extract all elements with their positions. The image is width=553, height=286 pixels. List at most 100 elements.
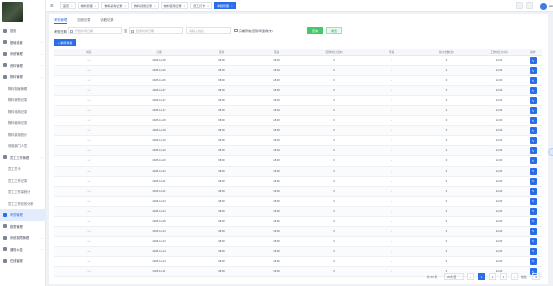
side-float-button[interactable] (548, 148, 553, 156)
sidebar-item[interactable]: 物料档案管理 (0, 83, 46, 95)
prev-page-button[interactable]: ‹ (467, 273, 474, 280)
table-cell-date: 2025-11-11 (152, 270, 166, 273)
close-icon[interactable]: × (184, 4, 186, 8)
sidebar-item[interactable]: 物料使用记录 (0, 117, 46, 129)
edit-button[interactable]: ✎ (529, 77, 537, 85)
edit-button[interactable]: ✎ (529, 57, 537, 65)
abnormal-only-checkbox[interactable]: 只看异常(迟到/早退/缺卡) (234, 28, 273, 33)
sidebar-item-label: 在线客服 (10, 259, 23, 264)
reset-button[interactable]: 重置 (326, 27, 342, 34)
close-icon[interactable]: × (231, 4, 233, 8)
page-tab[interactable]: 物料采购记录 × (101, 2, 129, 9)
table-row: ▪▪▪▪ 2025-11-14 08:00 18:00 0 - 0 12.00 ✎ (54, 246, 542, 257)
table-cell-early: - (391, 270, 392, 273)
sidebar-item[interactable]: 物料费用统计 (0, 129, 46, 141)
page-size-select[interactable]: 20条/页 (444, 273, 464, 280)
fullscreen-icon[interactable] (516, 2, 523, 9)
edit-button[interactable]: ✎ (529, 227, 537, 235)
table-cell-miss: 0 (445, 139, 448, 143)
table-row: ▪▪▪▪ 2025-11-26 08:00 18:00 0 - 0 12.00 ✎ (54, 66, 542, 77)
page-tab[interactable]: 员工打卡 × (190, 2, 212, 9)
sidebar-item[interactable]: 系统管理 ⌄ (0, 48, 46, 60)
sidebar-item[interactable]: 物料采购记录 (0, 94, 46, 106)
goto-page-input[interactable]: 1 (532, 273, 540, 280)
sidebar-item[interactable]: 通知公告 ⌄ (0, 244, 46, 256)
edit-button[interactable]: ✎ (529, 147, 537, 155)
edit-button[interactable]: ✎ (529, 67, 537, 75)
table-cell-actions: ✎ (524, 227, 542, 236)
page-number-button[interactable]: 1 (478, 273, 485, 280)
hamburger-icon[interactable]: ☰ (50, 4, 54, 8)
table-cell-actions: ✎ (524, 76, 542, 85)
table-cell-actions: ✎ (524, 187, 542, 196)
settings-icon[interactable] (526, 2, 533, 9)
page-tab[interactable]: 考勤管理 × (213, 2, 236, 9)
sidebar-item[interactable]: 员工打卡 (0, 163, 46, 175)
page-tab[interactable]: 物料使用记录 × (160, 2, 189, 9)
close-icon[interactable]: × (71, 4, 73, 8)
end-date-input[interactable]: 结束时间日期 (129, 27, 183, 34)
close-icon[interactable]: × (207, 4, 209, 8)
user-menu[interactable]: admin (540, 2, 553, 10)
chevron-down-icon: ⌄ (40, 51, 43, 56)
sidebar-item[interactable]: 报表管理 (0, 221, 46, 233)
sidebar-item[interactable]: 资料管理 ⌄ (0, 60, 46, 72)
sidebar-item[interactable]: 员工工作记录 (0, 175, 46, 187)
next-page-button[interactable]: › (511, 273, 518, 280)
sub-tab[interactable]: 请假记录 (100, 17, 113, 24)
table-cell-in: 08:00 (218, 229, 225, 233)
table-cell-early: - (391, 69, 392, 73)
sidebar-item[interactable]: 物料管理 ⌄ (0, 71, 46, 83)
close-icon[interactable]: × (95, 4, 97, 8)
sidebar-item[interactable]: 领用部门人员 (0, 140, 46, 152)
edit-button[interactable]: ✎ (529, 187, 537, 195)
add-attendance-button[interactable]: + 新增考勤 (54, 39, 76, 46)
edit-button[interactable]: ✎ (529, 107, 537, 115)
table-cell-actions: ✎ (524, 156, 542, 165)
sidebar-item[interactable]: 首页 (0, 25, 46, 37)
start-date-input[interactable]: 开始时间日期 (68, 27, 122, 34)
sidebar-item[interactable]: 物料领用记录 (0, 106, 46, 118)
sidebar-item[interactable]: 考勤管理 (0, 209, 46, 221)
sidebar-item[interactable]: 基础设置 ⌄ (0, 37, 46, 49)
edit-button[interactable]: ✎ (529, 217, 537, 225)
edit-button[interactable]: ✎ (529, 87, 537, 95)
sidebar-item[interactable]: 在线客服 (0, 255, 46, 267)
sidebar-item[interactable]: 员工工作绩效分析 (0, 198, 46, 210)
table-cell-in: 08:00 (218, 139, 225, 143)
table-row: ▪▪▪▪ 2025-11-17 08:00 18:00 0 - 0 12.00 ✎ (54, 106, 542, 117)
edit-button[interactable]: ✎ (529, 167, 537, 175)
edit-button[interactable]: ✎ (529, 207, 537, 215)
edit-button[interactable]: ✎ (529, 137, 537, 145)
calendar-icon (3, 212, 7, 217)
page-tab[interactable]: 物料领用记录 × (130, 2, 159, 9)
keyword-input[interactable]: 请输入姓名 (186, 27, 231, 34)
sub-tab[interactable]: 加班记录 (77, 17, 90, 24)
edit-button[interactable]: ✎ (529, 97, 537, 105)
avatar[interactable] (540, 2, 547, 10)
table-cell-in: 08:00 (218, 149, 225, 153)
close-icon[interactable]: × (124, 4, 126, 8)
page-tab[interactable]: 首页 × (60, 2, 76, 9)
close-icon[interactable]: × (154, 4, 156, 8)
edit-button[interactable]: ✎ (529, 197, 537, 205)
page-number-button[interactable]: 3 (500, 273, 507, 280)
edit-button[interactable]: ✎ (529, 117, 537, 125)
sub-tab[interactable]: 考勤管理 (54, 17, 68, 24)
edit-button[interactable]: ✎ (529, 237, 537, 245)
sidebar-item[interactable]: 系统权限管理 ⌄ (0, 232, 46, 244)
page-number-button[interactable]: 2 (489, 273, 496, 280)
edit-button[interactable]: ✎ (529, 177, 537, 185)
edit-button[interactable]: ✎ (529, 157, 537, 165)
search-button[interactable]: 查询 (307, 27, 323, 34)
table-cell-name: ▪▪▪▪ (87, 159, 91, 163)
edit-button[interactable]: ✎ (529, 247, 537, 255)
sidebar-item[interactable]: 员工工作量统计 (0, 186, 46, 198)
checkbox-box[interactable] (234, 28, 238, 33)
sidebar-item-label: 考勤管理 (10, 213, 23, 218)
edit-button[interactable]: ✎ (529, 257, 537, 265)
table-cell-late: 0 (333, 239, 335, 243)
sidebar-item[interactable]: 员工工作管理 ⌄ (0, 152, 46, 164)
page-tab[interactable]: 物料管理 × (77, 2, 100, 9)
edit-button[interactable]: ✎ (529, 127, 537, 135)
